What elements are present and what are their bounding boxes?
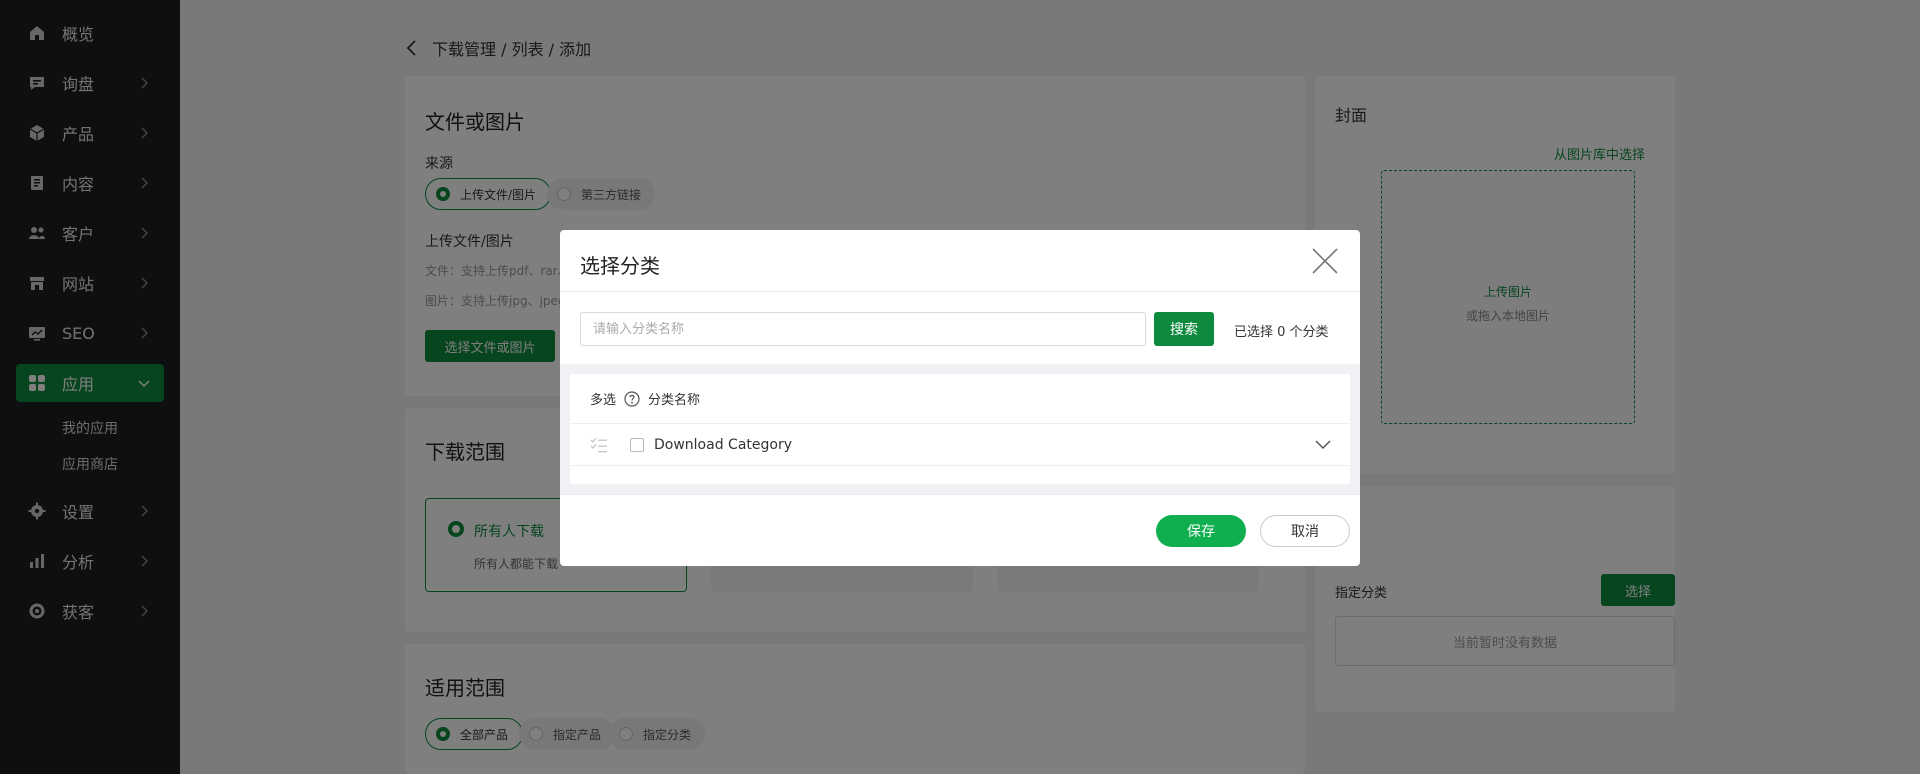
list-header: 多选 分类名称: [570, 374, 1350, 424]
category-search-input[interactable]: [580, 312, 1146, 346]
close-icon[interactable]: [1310, 246, 1340, 276]
search-button[interactable]: 搜索: [1154, 312, 1214, 346]
list-item[interactable]: Download Category: [570, 424, 1350, 466]
category-name: Download Category: [654, 436, 792, 453]
category-list-panel: 多选 分类名称 Download Category: [570, 374, 1350, 484]
checklist-icon: [590, 437, 607, 452]
modal-title: 选择分类: [580, 254, 660, 278]
multi-select-label: 多选: [590, 393, 617, 408]
chevron-down-icon[interactable]: [1314, 436, 1332, 454]
modal-header: 选择分类: [560, 230, 1360, 292]
selected-count: 已选择 0 个分类: [1234, 325, 1329, 340]
category-list-area: 多选 分类名称 Download Category: [560, 364, 1360, 494]
help-icon[interactable]: [624, 390, 640, 407]
select-category-modal: 选择分类 搜索 已选择 0 个分类 多选 分类名称 Download Categ…: [560, 230, 1360, 566]
save-button[interactable]: 保存: [1156, 515, 1246, 547]
cancel-button[interactable]: 取消: [1260, 515, 1350, 547]
row-checkbox[interactable]: [630, 437, 644, 452]
modal-footer: 保存 取消: [560, 494, 1360, 566]
column-name-label: 分类名称: [648, 393, 701, 408]
